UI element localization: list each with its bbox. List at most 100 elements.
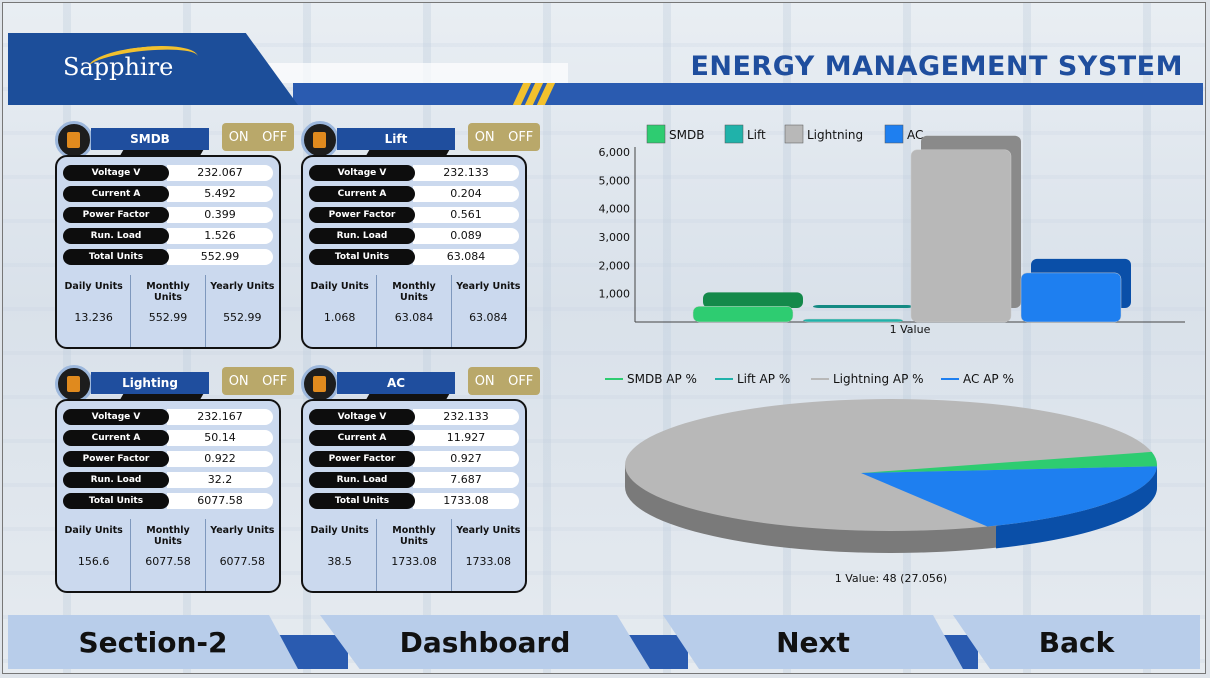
units-value: 156.6: [77, 555, 110, 568]
reading-row: 232.133 Voltage V: [309, 409, 519, 425]
next-label: Next: [776, 625, 850, 659]
units-value: 63.084: [469, 311, 508, 324]
reading-label: Power Factor: [309, 451, 415, 467]
bar-smdb: [692, 306, 794, 323]
page-title: ENERGY MANAGEMENT SYSTEM: [690, 51, 1183, 82]
panel-body: 232.167 Voltage V 50.14 Current A 0.922 Power…: [55, 399, 281, 593]
legend-swatch: [784, 124, 804, 144]
units-column: Daily Units 156.6: [57, 519, 132, 591]
reading-value: 32.2: [167, 472, 273, 488]
off-button[interactable]: OFF: [262, 130, 287, 145]
reading-value: 1733.08: [413, 493, 519, 509]
pie-caption: 1 Value: 48 (27.056): [835, 572, 947, 585]
units-column: Monthly Units 63.084: [377, 275, 452, 347]
reading-value: 0.399: [167, 207, 273, 223]
units-label: Yearly Units: [210, 525, 275, 536]
units-column: Monthly Units 1733.08: [377, 519, 452, 591]
on-off-toggle[interactable]: ON OFF: [468, 367, 540, 395]
reading-row: 6077.58 Total Units: [63, 493, 273, 509]
reading-label: Run. Load: [309, 472, 415, 488]
units-label: Monthly Units: [392, 525, 436, 547]
reading-value: 232.133: [413, 165, 519, 181]
legend-swatch: [724, 124, 744, 144]
off-button[interactable]: OFF: [508, 374, 533, 389]
reading-row: 552.99 Total Units: [63, 249, 273, 265]
reading-label: Current A: [309, 186, 415, 202]
on-off-toggle[interactable]: ON OFF: [468, 123, 540, 151]
header-stripes: [512, 83, 568, 105]
legend-label: AC AP %: [963, 372, 1014, 386]
units-column: Yearly Units 6077.58: [206, 519, 279, 591]
on-button[interactable]: ON: [475, 374, 495, 389]
reading-value: 11.927: [413, 430, 519, 446]
pie-chart: SMDB AP % Lift AP % Lightning AP % AC AP % 1…: [605, 372, 1158, 585]
reading-value: 63.084: [413, 249, 519, 265]
reading-row: 0.204 Current A: [309, 186, 519, 202]
reading-value: 6077.58: [167, 493, 273, 509]
legend-swatch: [646, 124, 666, 144]
y-tick-label: 2,000: [599, 259, 631, 272]
back-label: Back: [1038, 625, 1115, 659]
reading-label: Total Units: [63, 249, 169, 265]
bar-chart: SMDB Lift Lightning AC 1,000 2,000 3,000 4,000 5…: [599, 124, 1185, 336]
on-button[interactable]: ON: [229, 130, 249, 145]
panel-title: SMDB: [91, 128, 209, 150]
legend-swatch: [884, 124, 904, 144]
on-off-toggle[interactable]: ON OFF: [222, 367, 294, 395]
reading-label: Total Units: [63, 493, 169, 509]
reading-label: Voltage V: [63, 165, 169, 181]
reading-row: 50.14 Current A: [63, 430, 273, 446]
back-button[interactable]: Back: [953, 615, 1200, 669]
reading-value: 0.089: [413, 228, 519, 244]
reading-label: Voltage V: [309, 409, 415, 425]
units-column: Yearly Units 63.084: [452, 275, 525, 347]
reading-label: Run. Load: [309, 228, 415, 244]
units-value: 6077.58: [145, 555, 191, 568]
reading-row: 32.2 Run. Load: [63, 472, 273, 488]
units-label: Yearly Units: [456, 525, 521, 536]
reading-label: Run. Load: [63, 472, 169, 488]
off-button[interactable]: OFF: [262, 374, 287, 389]
legend-label: SMDB AP %: [627, 372, 697, 386]
reading-label: Power Factor: [63, 451, 169, 467]
dashboard-label: Dashboard: [399, 625, 571, 659]
section-2-button[interactable]: Section-2: [8, 615, 298, 669]
reading-row: 232.133 Voltage V: [309, 165, 519, 181]
units-column: Monthly Units 6077.58: [131, 519, 206, 591]
reading-value: 7.687: [413, 472, 519, 488]
panel-body: 232.067 Voltage V 5.492 Current A 0.399 Power…: [55, 155, 281, 349]
dashboard-button[interactable]: Dashboard: [320, 615, 650, 669]
on-button[interactable]: ON: [229, 374, 249, 389]
panel-title: AC: [337, 372, 455, 394]
reading-row: 0.922 Power Factor: [63, 451, 273, 467]
panel-title: Lift: [337, 128, 455, 150]
reading-row: 0.399 Power Factor: [63, 207, 273, 223]
reading-value: 5.492: [167, 186, 273, 202]
units-column: Monthly Units 552.99: [131, 275, 206, 347]
units-summary: Daily Units 156.6 Monthly Units 6077.58 Year…: [57, 519, 279, 591]
legend-label-smdb: SMDB: [669, 128, 704, 142]
reading-value: 232.133: [413, 409, 519, 425]
reading-value: 50.14: [167, 430, 273, 446]
units-label: Yearly Units: [210, 281, 275, 292]
legend-label-lightning: Lightning: [807, 128, 863, 142]
units-value: 38.5: [327, 555, 352, 568]
units-label: Monthly Units: [146, 525, 190, 547]
reading-label: Run. Load: [63, 228, 169, 244]
next-button[interactable]: Next: [663, 615, 963, 669]
y-tick-label: 4,000: [599, 203, 631, 216]
bar-lightning: [910, 149, 1012, 323]
reading-label: Current A: [63, 186, 169, 202]
units-label: Monthly Units: [146, 281, 190, 303]
units-value: 552.99: [148, 311, 188, 324]
reading-label: Voltage V: [63, 409, 169, 425]
reading-row: 232.167 Voltage V: [63, 409, 273, 425]
panel-header: SMDB ON OFF: [55, 121, 294, 159]
on-button[interactable]: ON: [475, 130, 495, 145]
units-label: Yearly Units: [456, 281, 521, 292]
off-button[interactable]: OFF: [508, 130, 533, 145]
on-off-toggle[interactable]: ON OFF: [222, 123, 294, 151]
units-label: Daily Units: [64, 281, 123, 292]
logo: Sapphire: [63, 53, 174, 81]
units-label: Daily Units: [64, 525, 123, 536]
